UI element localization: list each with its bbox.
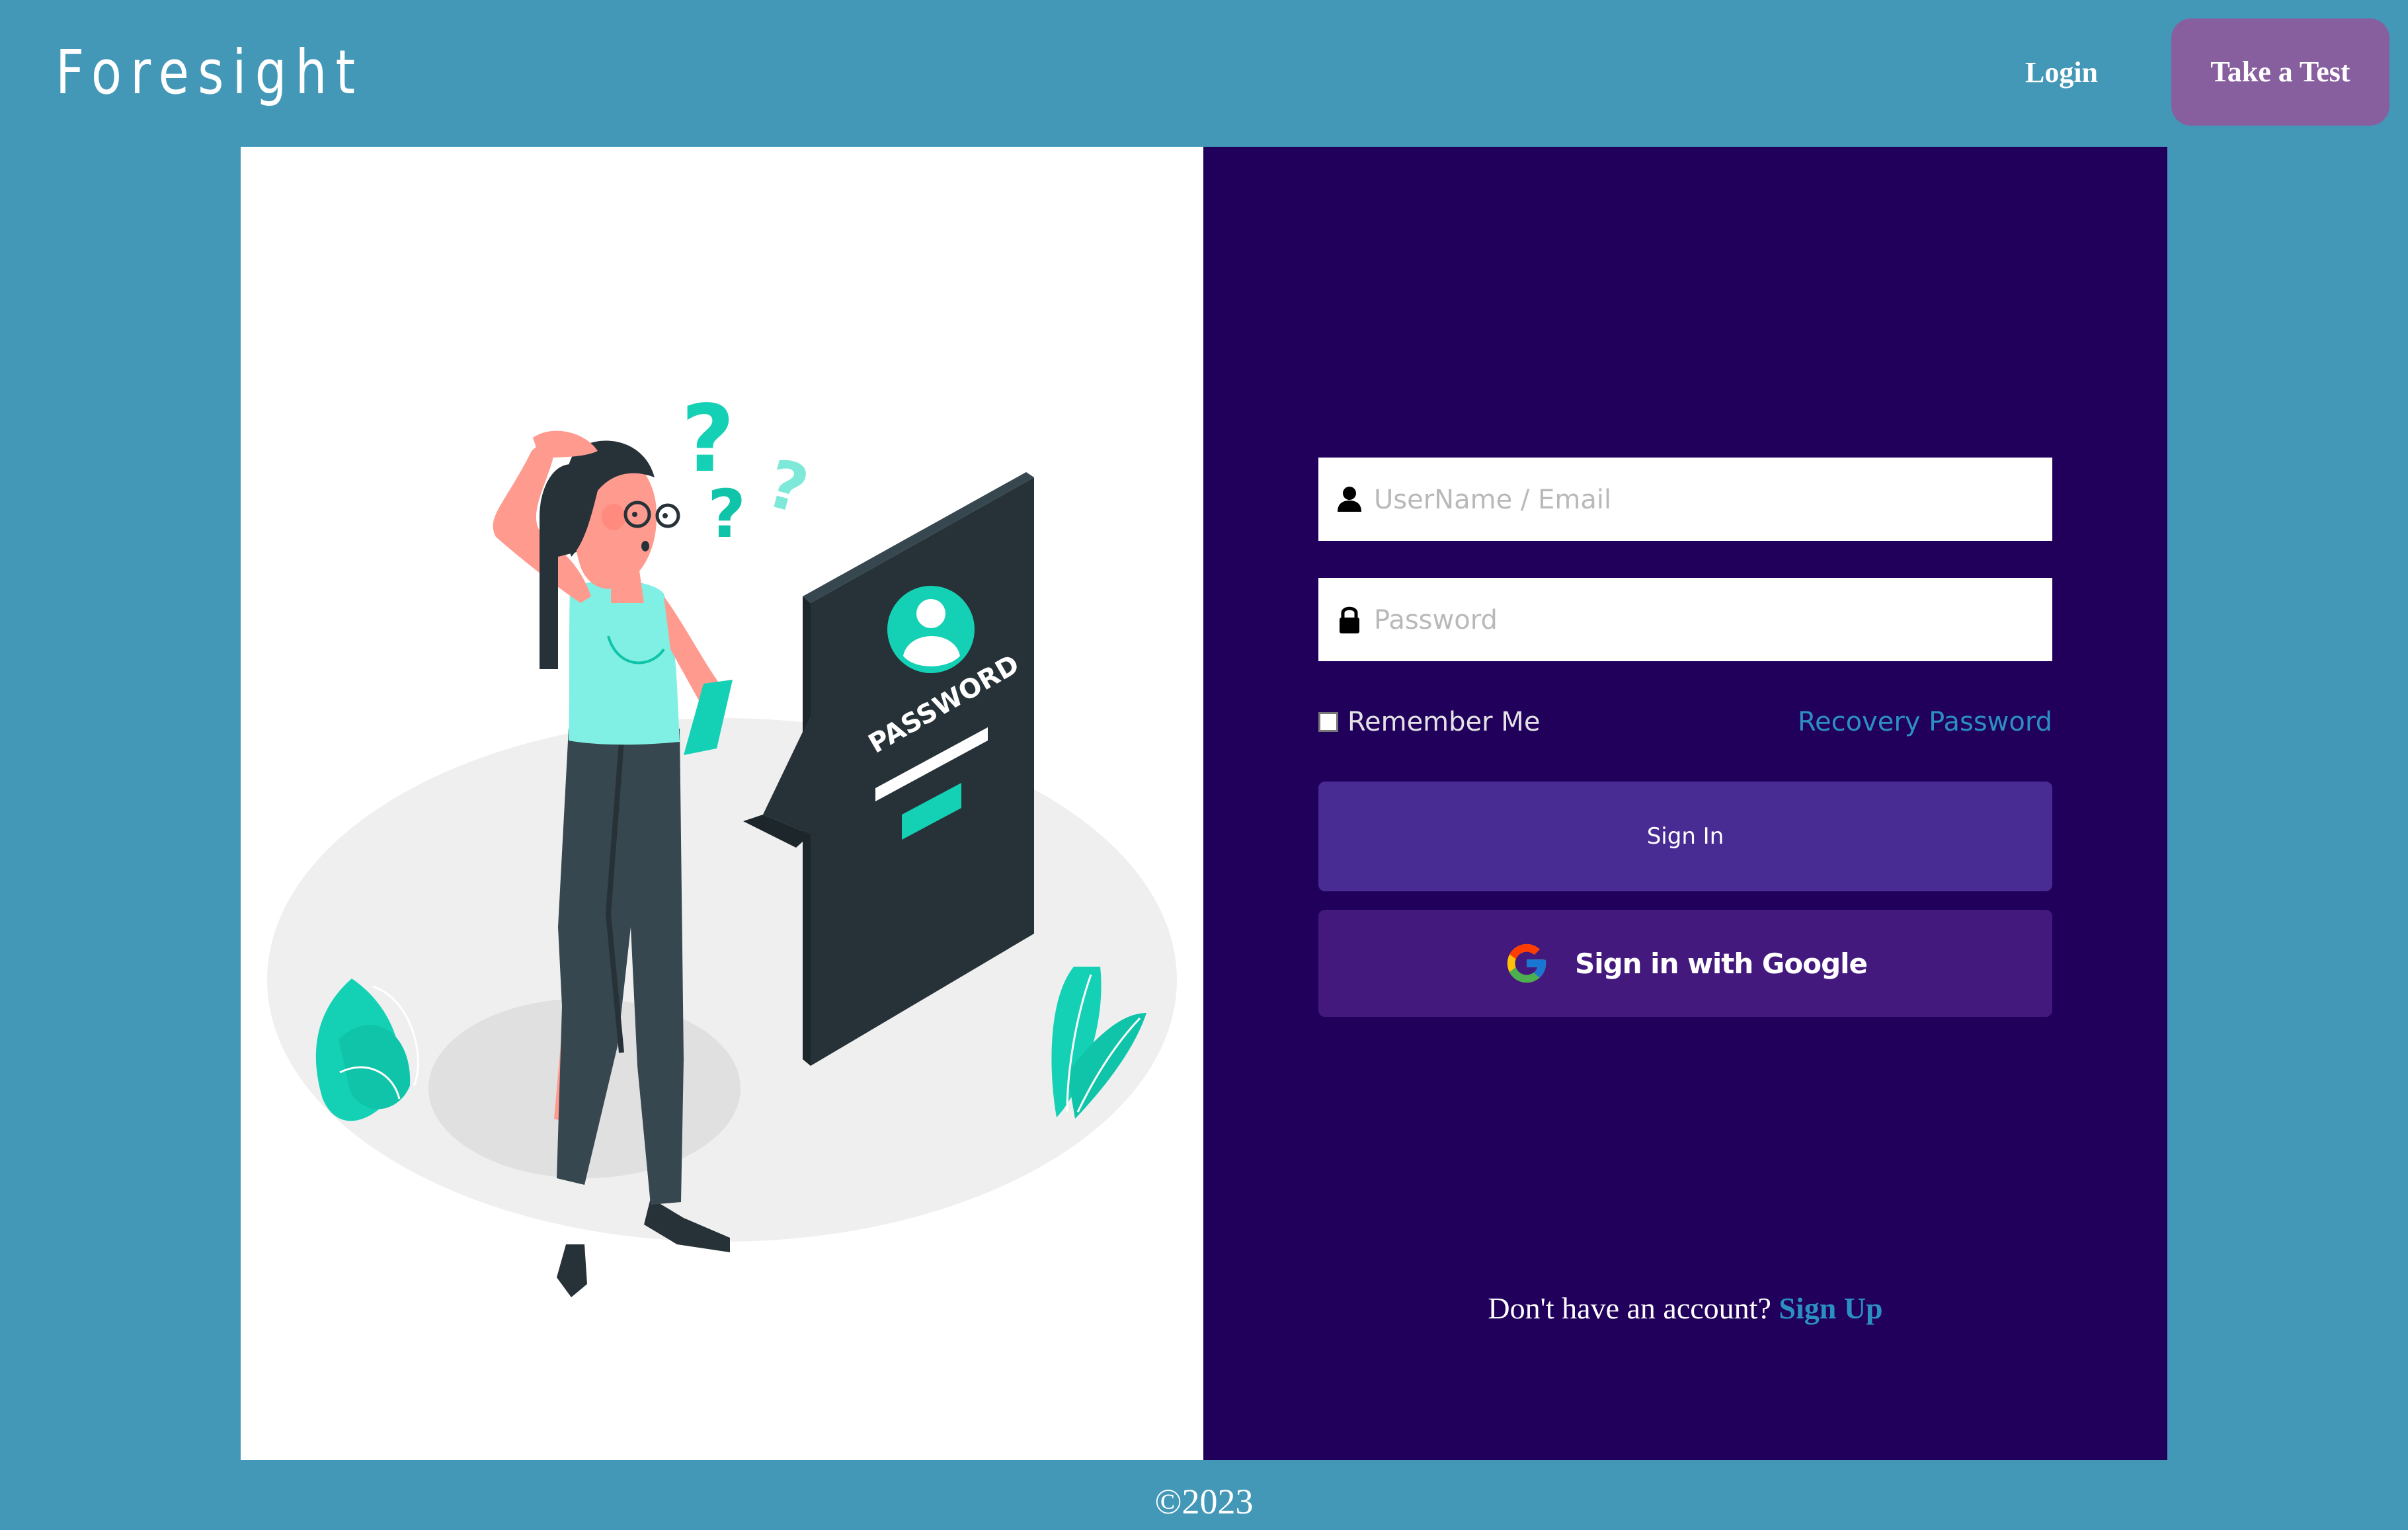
remember-me-label: Remember Me xyxy=(1347,707,1541,737)
google-sign-in-button[interactable]: Sign in with Google xyxy=(1318,910,2052,1017)
password-field[interactable] xyxy=(1318,578,2052,663)
username-field[interactable] xyxy=(1318,458,2052,542)
question-mark-faded: ? xyxy=(759,444,816,529)
signup-prompt-text: Don't have an account? xyxy=(1488,1291,1771,1325)
brand-logo: Foresight xyxy=(56,37,364,108)
question-mark-small: ? xyxy=(707,475,746,553)
username-input[interactable] xyxy=(1373,458,2036,542)
password-input[interactable] xyxy=(1373,578,2036,663)
signup-prompt: Don't have an account? Sign Up xyxy=(1203,1291,2167,1326)
remember-me-checkbox[interactable] xyxy=(1318,712,1338,732)
floor-ellipse xyxy=(267,718,1177,1242)
login-nav-link[interactable]: Login xyxy=(1995,53,2128,93)
copyright-footer: ©2023 xyxy=(1154,1482,1254,1521)
recovery-password-link[interactable]: Recovery Password xyxy=(1798,702,2052,742)
google-icon xyxy=(1507,944,1546,983)
forgot-password-illustration: PASSWORD ? ? ? xyxy=(267,385,1177,1297)
login-form-panel: Remember Me Recovery Password Sign In Si… xyxy=(1203,147,2167,1460)
remember-me: Remember Me xyxy=(1318,702,1540,742)
user-icon xyxy=(1338,487,1361,512)
illustration-panel: PASSWORD ? ? ? xyxy=(241,147,1203,1460)
sign-in-button[interactable]: Sign In xyxy=(1318,782,2052,891)
lock-icon xyxy=(1340,606,1359,633)
take-test-button[interactable]: Take a Test xyxy=(2171,19,2389,126)
sign-up-link[interactable]: Sign Up xyxy=(1779,1291,1882,1325)
google-sign-in-label: Sign in with Google xyxy=(1574,947,1868,980)
